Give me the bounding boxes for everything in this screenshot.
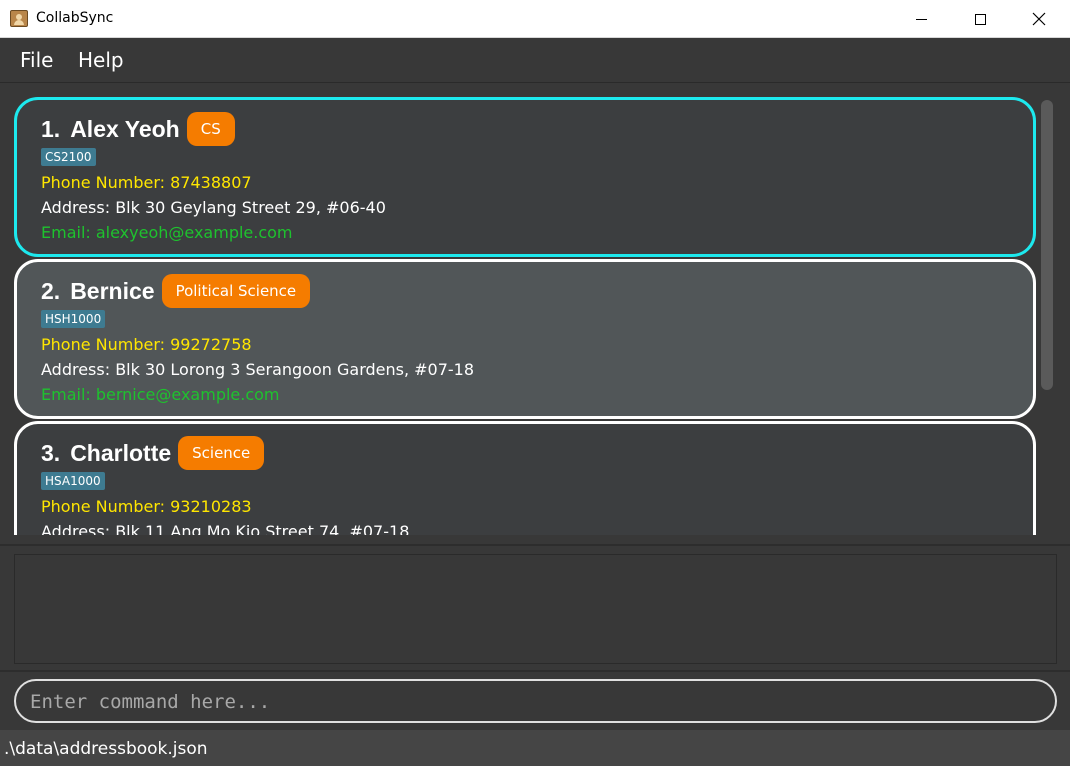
phone-text: Phone Number: 93210283 xyxy=(41,497,252,516)
person-index: 2. xyxy=(41,277,61,304)
divider xyxy=(0,670,1070,672)
email-text: Email: bernice@example.com xyxy=(41,385,280,404)
major-tag: Political Science xyxy=(161,274,311,308)
module-badge: HSH1000 xyxy=(41,310,106,328)
maximize-icon xyxy=(974,13,986,25)
command-input[interactable] xyxy=(30,689,1030,715)
menu-file[interactable]: File xyxy=(20,48,53,72)
minimize-icon xyxy=(915,18,927,20)
major-tag: Science xyxy=(178,436,265,470)
person-name: Charlotte xyxy=(70,439,172,466)
status-bar: .\data\addressbook.json xyxy=(0,730,1070,766)
person-card[interactable]: 1. Alex Yeoh CS CS2100 Phone Number: 874… xyxy=(14,97,1036,257)
maximize-button[interactable] xyxy=(951,0,1009,38)
module-badge: HSA1000 xyxy=(41,472,105,490)
title-bar: CollabSync xyxy=(0,0,1070,38)
phone-text: Phone Number: 99272758 xyxy=(41,335,252,354)
address-text: Address: Blk 30 Lorong 3 Serangoon Garde… xyxy=(41,360,475,379)
window-title: CollabSync xyxy=(36,10,114,26)
module-badge: CS2100 xyxy=(41,148,96,166)
person-card[interactable]: 3. Charlotte Science HSA1000 Phone Numbe… xyxy=(14,421,1036,535)
command-box[interactable] xyxy=(14,679,1057,723)
email-text: Email: alexyeoh@example.com xyxy=(41,223,293,242)
person-name: Bernice xyxy=(70,277,155,304)
person-card[interactable]: 2. Bernice Political Science HSH1000 Pho… xyxy=(14,259,1036,419)
major-tag: CS xyxy=(186,112,235,146)
person-name: Alex Yeoh xyxy=(70,115,180,142)
person-index: 3. xyxy=(41,439,61,466)
phone-text: Phone Number: 87438807 xyxy=(41,173,252,192)
close-icon xyxy=(1032,12,1046,26)
result-display xyxy=(14,554,1057,664)
close-button[interactable] xyxy=(1010,0,1068,38)
address-text: Address: Blk 30 Geylang Street 29, #06-4… xyxy=(41,198,386,217)
menu-help[interactable]: Help xyxy=(78,48,124,72)
list-scrollbar[interactable] xyxy=(1041,100,1053,390)
address-book-icon xyxy=(10,10,28,27)
address-text: Address: Blk 11 Ang Mo Kio Street 74, #0… xyxy=(41,522,410,535)
menu-bar: File Help xyxy=(0,38,1070,83)
minimize-button[interactable] xyxy=(892,0,950,38)
save-location: .\data\addressbook.json xyxy=(4,739,208,759)
divider xyxy=(0,544,1070,546)
person-index: 1. xyxy=(41,115,61,142)
person-list[interactable]: 1. Alex Yeoh CS CS2100 Phone Number: 874… xyxy=(12,95,1058,535)
